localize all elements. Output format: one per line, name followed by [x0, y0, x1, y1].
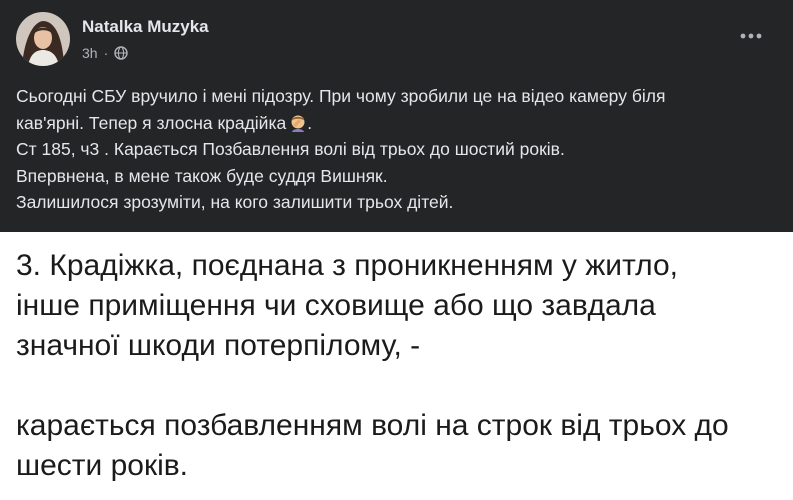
law-text-line: карається позбавленням волі на строк від… [16, 409, 729, 442]
law-text-line: значної шкоди потерпілому, - [16, 329, 421, 362]
post-author-name[interactable]: Natalka Muzyka [82, 17, 209, 37]
avatar[interactable] [16, 12, 70, 66]
post-text-fragment: кав'ярні. Тепер я злосна крадійка [16, 112, 287, 133]
globe-icon[interactable] [114, 46, 128, 60]
post-text-line: Сьогодні СБУ вручило і мені підозру. При… [16, 86, 666, 106]
post-text-line: кав'ярні. Тепер я злосна крадійка . [16, 110, 779, 137]
more-options-icon[interactable] [737, 26, 765, 46]
law-paragraph: 3. Крадіжка, поєднана з проникненням у ж… [16, 246, 793, 366]
law-text-line: інше приміщення чи сховище або що завдал… [16, 289, 656, 322]
post-text-line: Залишилося зрозуміти, на кого залишити т… [16, 192, 454, 212]
post-text-suffix: . [307, 112, 313, 133]
post-text-line: Впервнена, в мене також буде суддя Вишня… [16, 165, 388, 186]
post-meta: 3h · [82, 45, 128, 61]
facepalm-emoji-icon [291, 115, 305, 132]
post-text-line: Ст 185, ч3 . Карається Позбавлення волі … [16, 139, 565, 159]
profile-photo-icon [16, 12, 70, 66]
law-text-line: 3. Крадіжка, поєднана з проникненням у ж… [16, 249, 679, 282]
meta-separator: · [103, 45, 109, 61]
post-body: Сьогодні СБУ вручило і мені підозру. При… [16, 83, 779, 216]
law-paragraph: карається позбавленням волі на строк від… [16, 406, 793, 486]
facebook-post: Natalka Muzyka 3h · Сьогодні СБУ вручило… [0, 0, 793, 232]
law-text-line: шести років. [16, 449, 189, 482]
post-timestamp[interactable]: 3h [82, 45, 98, 61]
law-excerpt-image: 3. Крадіжка, поєднана з проникненням у ж… [0, 232, 793, 500]
